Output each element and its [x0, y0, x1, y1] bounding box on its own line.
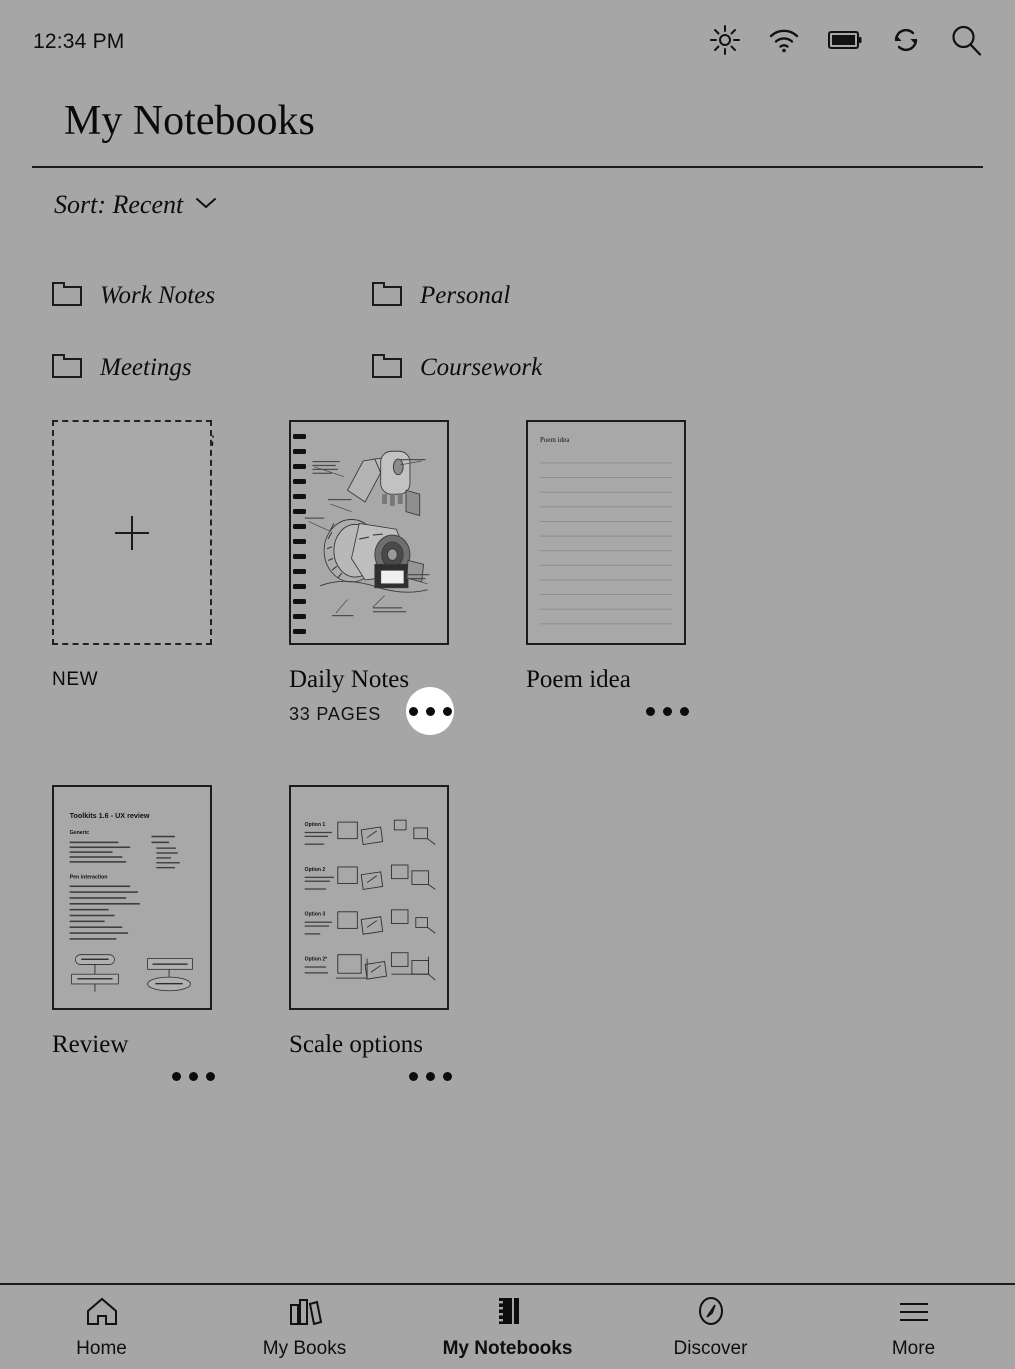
notebook-grid: NEW Daily Notes 33 PAGES Poem idea Poem …: [52, 420, 972, 1150]
nav-label: My Notebooks: [442, 1337, 573, 1359]
folder-label: Coursework: [420, 354, 543, 381]
page-title: My Notebooks: [64, 98, 315, 144]
home-icon: [84, 1295, 120, 1332]
folder-label: Personal: [420, 282, 511, 309]
nav-label: Home: [76, 1337, 127, 1359]
nav-label: More: [891, 1337, 936, 1359]
notebook-cell-review: Toolkits 1.6 - UX review Generic Pen int…: [52, 785, 289, 1102]
notebook-cell-scale-options: Option 1 Option 2 Option 3 Option 2* Sca…: [289, 785, 526, 1102]
document-artwork: Toolkits 1.6 - UX review Generic Pen int…: [69, 811, 193, 992]
notebook-overflow-menu[interactable]: [406, 687, 454, 735]
sort-control[interactable]: Sort: Recent: [54, 190, 217, 220]
sync-icon[interactable]: [890, 24, 922, 61]
dot: [205, 1071, 215, 1081]
dot: [408, 706, 418, 716]
menu-icon: [896, 1295, 932, 1332]
notebook-title: Daily Notes: [289, 666, 410, 693]
dot: [662, 706, 672, 716]
brightness-icon[interactable]: [710, 24, 740, 60]
nav-item-discover[interactable]: Discover: [609, 1285, 812, 1369]
notebook-cell-poem-idea: Poem idea Poem idea: [526, 420, 763, 737]
notebook-thumbnail[interactable]: [289, 420, 449, 645]
nav-item-more[interactable]: More: [812, 1285, 1015, 1369]
search-icon[interactable]: [950, 24, 982, 61]
battery-icon[interactable]: [828, 29, 862, 56]
folder-item[interactable]: Work Notes: [52, 260, 372, 332]
svg-text:Option 3: Option 3: [305, 912, 326, 918]
notebook-title: Scale options: [289, 1031, 424, 1058]
notebook-meta: NEW: [52, 665, 289, 737]
notebook-cell-daily-notes: Daily Notes 33 PAGES: [289, 420, 526, 737]
svg-text:Pen interaction: Pen interaction: [70, 875, 108, 881]
notebook-overflow-menu[interactable]: [643, 687, 691, 735]
dot: [442, 706, 452, 716]
folder-item[interactable]: Coursework: [372, 332, 692, 404]
sketch-artwork: [304, 450, 430, 617]
notebook-title: Poem idea: [526, 666, 631, 693]
dot: [425, 1071, 435, 1081]
folder-icon: [372, 281, 402, 312]
folder-item[interactable]: Personal: [372, 260, 692, 332]
header-divider: [32, 166, 983, 168]
notebook-meta: Daily Notes 33 PAGES: [289, 665, 526, 737]
nav-label: Discover: [673, 1337, 748, 1359]
svg-text:Toolkits 1.6 - UX review: Toolkits 1.6 - UX review: [70, 811, 150, 820]
new-notebook-tile[interactable]: [52, 420, 212, 645]
dot: [188, 1071, 198, 1081]
dot: [645, 706, 655, 716]
notebook-icon: [490, 1295, 526, 1332]
plus-icon: [115, 515, 149, 550]
svg-text:Option 2*: Option 2*: [305, 957, 328, 963]
compass-icon: [693, 1295, 729, 1332]
nav-item-home[interactable]: Home: [0, 1285, 203, 1369]
folder-icon: [52, 281, 82, 312]
dot: [425, 706, 435, 716]
notebook-meta: Scale options: [289, 1030, 526, 1102]
status-bar: 12:34 PM: [0, 0, 1015, 84]
folder-icon: [372, 353, 402, 384]
ruled-lines-artwork: [539, 462, 673, 625]
svg-text:Option 2: Option 2: [305, 867, 326, 873]
nav-item-my-books[interactable]: My Books: [203, 1285, 406, 1369]
notebook-meta: Poem idea: [526, 665, 763, 737]
notebook-thumbnail[interactable]: Toolkits 1.6 - UX review Generic Pen int…: [52, 785, 212, 1010]
nav-label: My Books: [262, 1337, 347, 1359]
folder-label: Meetings: [100, 354, 192, 381]
dot: [171, 1071, 181, 1081]
options-artwork: Option 1 Option 2 Option 3 Option 2*: [304, 819, 436, 981]
notebook-overflow-menu[interactable]: [169, 1052, 217, 1100]
svg-text:Option 1: Option 1: [305, 822, 326, 828]
status-time: 12:34 PM: [33, 30, 125, 53]
bottom-navigation: Home My Books My Notebooks Discover More: [0, 1283, 1015, 1369]
notebook-thumbnail[interactable]: Poem idea: [526, 420, 686, 645]
nav-item-my-notebooks[interactable]: My Notebooks: [406, 1285, 609, 1369]
notebook-cell-new: NEW: [52, 420, 289, 737]
folder-icon: [52, 353, 82, 384]
dot: [442, 1071, 452, 1081]
chevron-down-icon: [195, 196, 217, 215]
notebook-title: NEW: [52, 669, 99, 690]
notebook-overflow-menu[interactable]: [406, 1052, 454, 1100]
dot: [408, 1071, 418, 1081]
svg-text:Generic: Generic: [70, 830, 90, 836]
folder-item[interactable]: Meetings: [52, 332, 372, 404]
notebook-library-screen: 12:34 PM My Notebooks Sort: Recent Work …: [0, 0, 1015, 1369]
notebook-meta: Review: [52, 1030, 289, 1102]
notebook-title: Review: [52, 1031, 129, 1058]
books-icon: [287, 1295, 323, 1332]
wifi-icon[interactable]: [768, 27, 800, 58]
notebook-thumbnail[interactable]: Option 1 Option 2 Option 3 Option 2*: [289, 785, 449, 1010]
folder-label: Work Notes: [100, 282, 216, 309]
dot: [679, 706, 689, 716]
status-icon-group: [710, 24, 982, 61]
sort-label: Sort: Recent: [54, 190, 184, 219]
